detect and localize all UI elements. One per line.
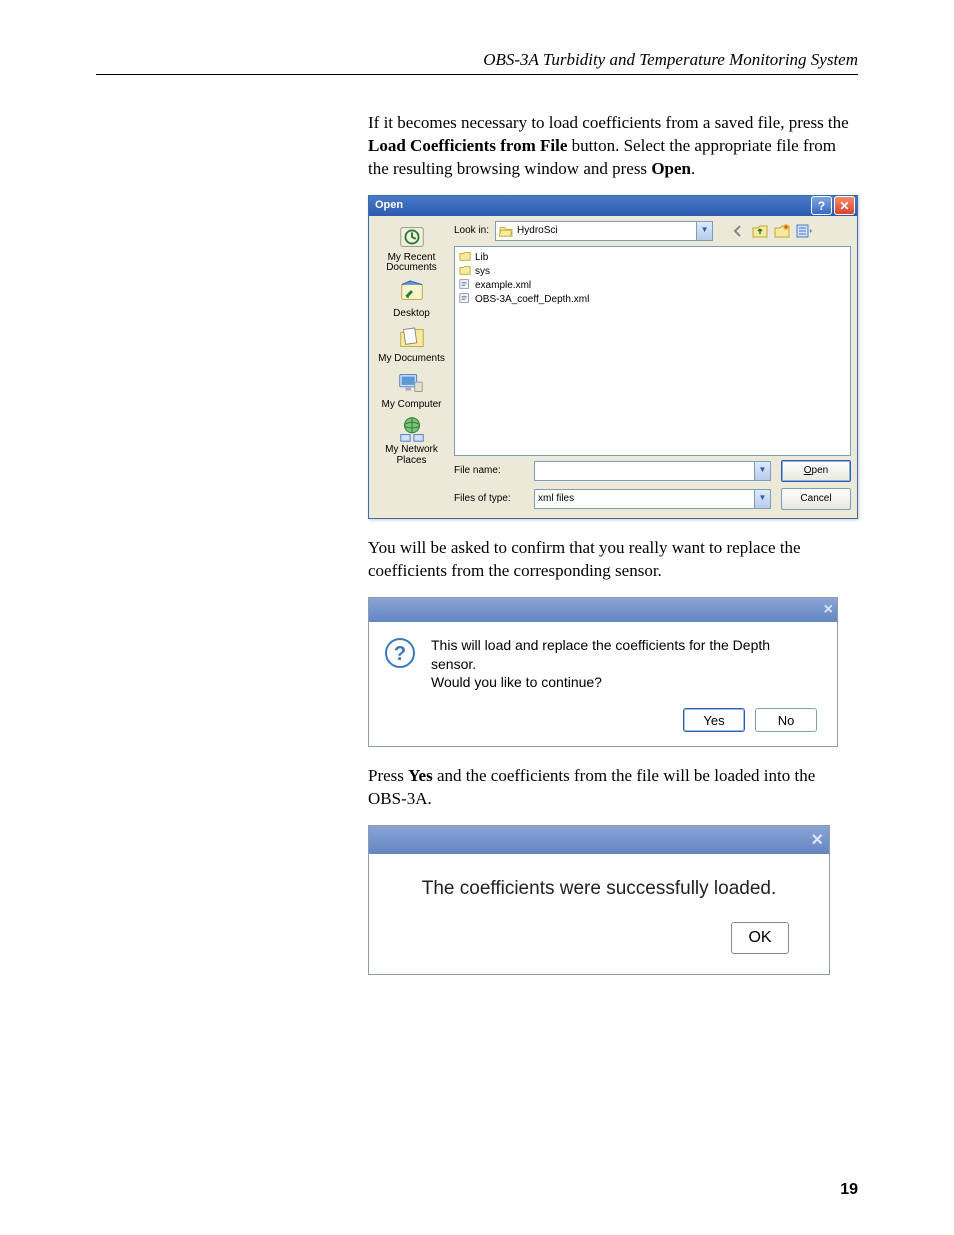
- filetype-value: xml files: [538, 492, 574, 506]
- place-label: My Network Places: [369, 445, 454, 466]
- file-name: example.xml: [475, 279, 531, 293]
- paragraph-2: You will be asked to confirm that you re…: [368, 537, 858, 583]
- confirm-dialog-titlebar: ×: [369, 598, 837, 622]
- no-button[interactable]: No: [755, 708, 817, 732]
- paragraph-1: If it becomes necessary to load coeffici…: [368, 112, 858, 181]
- file-name: OBS-3A_coeff_Depth.xml: [475, 293, 589, 307]
- new-folder-icon[interactable]: [773, 222, 791, 240]
- dropdown-arrow-icon[interactable]: ▼: [696, 222, 712, 240]
- svg-text:?: ?: [394, 643, 406, 665]
- close-icon[interactable]: ×: [824, 599, 833, 621]
- place-label: Desktop: [393, 309, 430, 320]
- list-item[interactable]: Lib: [459, 251, 846, 265]
- places-bar: My Recent Documents Desktop My Documents…: [369, 216, 454, 518]
- open-dialog-title: Open: [375, 198, 403, 213]
- cancel-button[interactable]: Cancel: [781, 488, 851, 510]
- header-rule: [96, 74, 858, 75]
- xml-file-icon: [459, 292, 471, 309]
- text: .: [691, 159, 695, 178]
- file-name: sys: [475, 265, 490, 279]
- text: This will load and replace the coefficie…: [431, 636, 817, 674]
- lookin-combobox[interactable]: HydroSci ▼: [495, 221, 713, 241]
- place-computer[interactable]: My Computer: [381, 369, 441, 411]
- dropdown-arrow-icon[interactable]: ▼: [754, 490, 770, 508]
- bold: Open: [651, 159, 691, 178]
- close-button[interactable]: ✕: [834, 196, 855, 215]
- list-item[interactable]: sys: [459, 265, 846, 279]
- lookin-label: Look in:: [454, 224, 489, 238]
- page-number: 19: [840, 1181, 858, 1199]
- success-dialog-titlebar: ×: [369, 826, 829, 854]
- ok-button[interactable]: OK: [731, 922, 789, 954]
- btn-text: pen: [812, 465, 829, 476]
- place-label: My Documents: [378, 354, 445, 365]
- place-network[interactable]: My Network Places: [369, 414, 454, 466]
- open-dialog: Open ? ✕ My Recent Documents Desktop: [368, 195, 858, 519]
- up-one-level-icon[interactable]: [751, 222, 769, 240]
- filetype-combobox[interactable]: xml files ▼: [534, 489, 771, 509]
- place-mydocs[interactable]: My Documents: [378, 323, 445, 365]
- confirm-dialog: × ? This will load and replace the coeff…: [368, 597, 838, 748]
- text: Would you like to continue?: [431, 673, 817, 692]
- text: and the coefficients from the file will …: [368, 766, 815, 808]
- file-list[interactable]: Lib sys example.xml OBS-3A_coeff_De: [454, 246, 851, 456]
- bold: Load Coefficients from File: [368, 136, 567, 155]
- filename-label: File name:: [454, 464, 524, 478]
- bold: Yes: [408, 766, 433, 785]
- list-item[interactable]: OBS-3A_coeff_Depth.xml: [459, 293, 846, 307]
- place-label: My Recent Documents: [369, 253, 454, 274]
- place-desktop[interactable]: Desktop: [393, 278, 430, 320]
- filetype-label: Files of type:: [454, 492, 524, 506]
- list-item[interactable]: example.xml: [459, 279, 846, 293]
- place-label: My Computer: [381, 400, 441, 411]
- confirm-text: This will load and replace the coefficie…: [431, 636, 817, 693]
- success-dialog: × The coefficients were successfully loa…: [368, 825, 830, 975]
- help-button[interactable]: ?: [811, 196, 832, 215]
- paragraph-3: Press Yes and the coefficients from the …: [368, 765, 858, 811]
- open-button[interactable]: Open: [781, 460, 851, 482]
- filename-input[interactable]: ▼: [534, 461, 771, 481]
- close-icon[interactable]: ×: [811, 827, 823, 854]
- question-icon: ?: [383, 636, 417, 693]
- yes-button[interactable]: Yes: [683, 708, 745, 732]
- place-recent[interactable]: My Recent Documents: [369, 222, 454, 274]
- success-text: The coefficients were successfully loade…: [369, 854, 829, 912]
- text: If it becomes necessary to load coeffici…: [368, 113, 849, 132]
- file-name: Lib: [475, 251, 488, 265]
- lookin-value: HydroSci: [517, 224, 558, 238]
- dropdown-arrow-icon[interactable]: ▼: [754, 462, 770, 480]
- folder-open-icon: [499, 225, 513, 237]
- views-icon[interactable]: [795, 222, 813, 240]
- back-icon[interactable]: [729, 222, 747, 240]
- open-dialog-titlebar: Open ? ✕: [369, 196, 857, 216]
- page-header: OBS-3A Turbidity and Temperature Monitor…: [483, 50, 858, 70]
- text: Press: [368, 766, 408, 785]
